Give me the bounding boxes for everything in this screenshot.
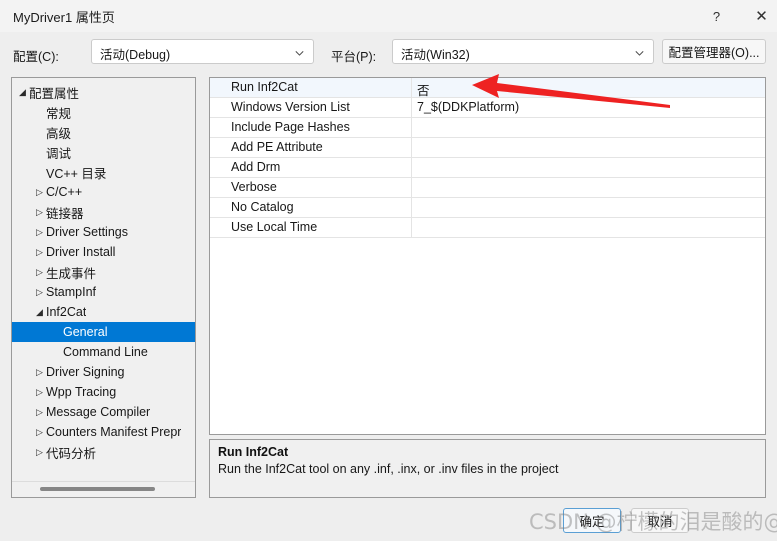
- tree-item[interactable]: VC++ 目录: [12, 162, 195, 182]
- tree-item-label: 生成事件: [46, 266, 97, 281]
- chevron-down-icon: [635, 47, 644, 56]
- expander-collapsed-icon[interactable]: ▷: [33, 402, 46, 422]
- property-name: Use Local Time: [231, 220, 318, 234]
- tree-item[interactable]: ▷ StampInf: [12, 282, 195, 302]
- tree-item[interactable]: 高级: [12, 122, 195, 142]
- configuration-manager-button[interactable]: 配置管理器(O)...: [662, 39, 766, 64]
- tree-item[interactable]: ▷ Driver Install: [12, 242, 195, 262]
- tree-item-label: Driver Signing: [46, 365, 125, 379]
- tree-item-label: 代码分析: [46, 446, 97, 461]
- property-row[interactable]: Add PE Attribute: [210, 138, 765, 158]
- expander-expanded-icon[interactable]: ◢: [16, 82, 29, 102]
- expander-collapsed-icon[interactable]: ▷: [33, 262, 46, 282]
- tree-item-label: C/C++: [46, 185, 83, 199]
- property-row[interactable]: Add Drm: [210, 158, 765, 178]
- expander-collapsed-icon[interactable]: ▷: [33, 222, 46, 242]
- property-row[interactable]: Windows Version List 7_$(DDKPlatform): [210, 98, 765, 118]
- title-bar: MyDriver1 属性页 ? ✕: [0, 0, 777, 32]
- tree-item-label: StampInf: [46, 285, 97, 299]
- tree-item-label: Driver Install: [46, 245, 116, 259]
- property-name: Include Page Hashes: [231, 120, 350, 134]
- tree-item-label: 链接器: [46, 206, 84, 221]
- ok-button[interactable]: 确定: [563, 508, 621, 533]
- expander-collapsed-icon[interactable]: ▷: [33, 422, 46, 442]
- tree-item[interactable]: ▷ Wpp Tracing: [12, 382, 195, 402]
- tree-item[interactable]: 调试: [12, 142, 195, 162]
- property-row[interactable]: Include Page Hashes: [210, 118, 765, 138]
- tree-item[interactable]: ◢ Inf2Cat: [12, 302, 195, 322]
- property-name: No Catalog: [231, 200, 294, 214]
- configuration-dropdown[interactable]: 活动(Debug): [91, 39, 314, 64]
- tree-item-label: Inf2Cat: [46, 305, 87, 319]
- expander-collapsed-icon[interactable]: ▷: [33, 282, 46, 302]
- property-value[interactable]: 否: [417, 80, 430, 99]
- property-grid-column-divider[interactable]: [411, 78, 412, 238]
- tree-item-label: 常规: [46, 106, 72, 121]
- help-button[interactable]: ?: [695, 0, 738, 32]
- chevron-down-icon: [295, 47, 304, 56]
- tree-item[interactable]: ◢ 配置属性: [12, 82, 195, 102]
- tree-item-label: Counters Manifest Prepr: [46, 425, 182, 439]
- description-title: Run Inf2Cat: [218, 445, 289, 459]
- property-name: Add Drm: [231, 160, 281, 174]
- tree-item-label: 配置属性: [29, 86, 80, 101]
- configuration-dropdown-value: 活动(Debug): [100, 48, 171, 62]
- property-tree: ◢ 配置属性 常规 高级 调试 VC++ 目录 ▷ C/C++ ▷ 链接器 ▷ Driver Sett…: [12, 82, 195, 462]
- tree-scrollbar-thumb[interactable]: [40, 487, 155, 491]
- tree-item[interactable]: General: [12, 322, 195, 342]
- platform-dropdown-value: 活动(Win32): [401, 48, 470, 62]
- tree-item[interactable]: Command Line: [12, 342, 195, 362]
- platform-label: 平台(P):: [331, 50, 377, 64]
- platform-dropdown[interactable]: 活动(Win32): [392, 39, 654, 64]
- tree-item-label: Message Compiler: [46, 405, 151, 419]
- expander-collapsed-icon[interactable]: ▷: [33, 202, 46, 222]
- property-name: Windows Version List: [231, 100, 350, 114]
- tree-item[interactable]: ▷ Counters Manifest Prepr: [12, 422, 195, 442]
- tree-item-label: General: [63, 325, 108, 339]
- window-title: MyDriver1 属性页: [13, 10, 115, 25]
- description-body: Run the Inf2Cat tool on any .inf, .inx, …: [218, 462, 559, 476]
- expander-collapsed-icon[interactable]: ▷: [33, 382, 46, 402]
- expander-collapsed-icon[interactable]: ▷: [33, 182, 46, 202]
- property-grid: Run Inf2Cat 否 Windows Version List 7_$(DDKP…: [210, 78, 765, 238]
- property-row[interactable]: No Catalog: [210, 198, 765, 218]
- property-name: Add PE Attribute: [231, 140, 323, 154]
- tree-item-label: 高级: [46, 126, 72, 141]
- tree-item[interactable]: ▷ Message Compiler: [12, 402, 195, 422]
- description-panel: Run Inf2Cat Run the Inf2Cat tool on any …: [209, 439, 766, 498]
- tree-item[interactable]: ▷ 代码分析: [12, 442, 195, 462]
- tree-item[interactable]: ▷ 生成事件: [12, 262, 195, 282]
- property-value[interactable]: 7_$(DDKPlatform): [417, 100, 519, 114]
- tree-horizontal-scrollbar[interactable]: [12, 481, 195, 497]
- property-name: Run Inf2Cat: [231, 80, 298, 94]
- tree-item-label: Wpp Tracing: [46, 385, 117, 399]
- tree-item[interactable]: ▷ C/C++: [12, 182, 195, 202]
- expander-collapsed-icon[interactable]: ▷: [33, 442, 46, 462]
- tree-item-label: 调试: [46, 146, 72, 161]
- tree-item[interactable]: ▷ 链接器: [12, 202, 195, 222]
- property-row[interactable]: Verbose: [210, 178, 765, 198]
- configuration-label: 配置(C):: [13, 50, 59, 64]
- tree-item[interactable]: 常规: [12, 102, 195, 122]
- close-button[interactable]: ✕: [740, 0, 777, 32]
- tree-item-label: Command Line: [63, 345, 148, 359]
- property-row[interactable]: Run Inf2Cat 否: [210, 78, 765, 98]
- tree-item-label: Driver Settings: [46, 225, 128, 239]
- property-tree-panel: ◢ 配置属性 常规 高级 调试 VC++ 目录 ▷ C/C++ ▷ 链接器 ▷ Driver Sett…: [11, 77, 196, 498]
- cancel-button[interactable]: 取消: [631, 508, 689, 533]
- property-row[interactable]: Use Local Time: [210, 218, 765, 238]
- tree-item[interactable]: ▷ Driver Signing: [12, 362, 195, 382]
- tree-item-label: VC++ 目录: [46, 166, 107, 181]
- expander-collapsed-icon[interactable]: ▷: [33, 242, 46, 262]
- expander-expanded-icon[interactable]: ◢: [33, 302, 46, 322]
- property-name: Verbose: [231, 180, 277, 194]
- tree-item[interactable]: ▷ Driver Settings: [12, 222, 195, 242]
- expander-collapsed-icon[interactable]: ▷: [33, 362, 46, 382]
- property-grid-panel: Run Inf2Cat 否 Windows Version List 7_$(DDKP…: [209, 77, 766, 435]
